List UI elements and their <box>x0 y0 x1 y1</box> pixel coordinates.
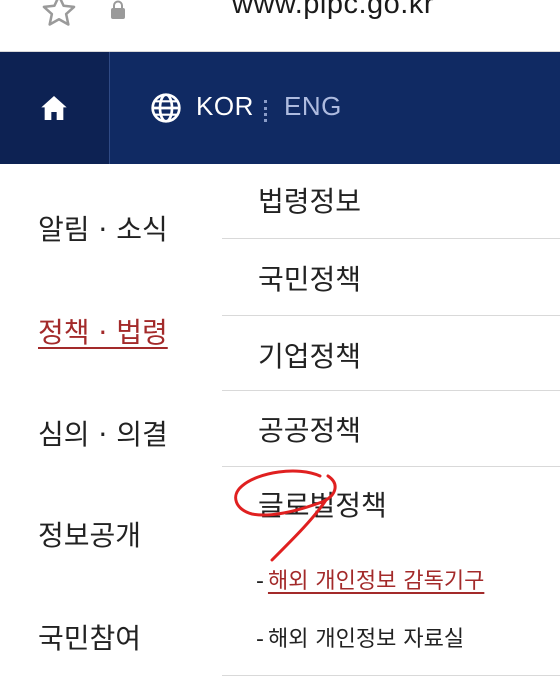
sub-menu-item-business-policy[interactable]: 기업정책 <box>258 335 361 375</box>
child-link-label: 해외 개인정보 감독기구 <box>267 569 485 594</box>
sub-menu-child-overseas-authorities[interactable]: - 해외 개인정보 감독기구 <box>256 563 484 595</box>
sub-menu-row: 국민정책 <box>222 239 560 316</box>
site-header: KOR ENG <box>0 52 560 164</box>
language-eng-link[interactable]: ENG <box>284 91 342 122</box>
main-menu-item-disclosure[interactable]: 정보공개 <box>38 514 141 554</box>
language-kor-link[interactable]: KOR <box>196 91 254 122</box>
home-button[interactable] <box>0 52 110 164</box>
home-icon <box>41 96 67 120</box>
sub-menu-item-public-policy[interactable]: 공공정책 <box>258 409 361 449</box>
main-menu-item-deliberation[interactable]: 심의 · 의결 <box>38 413 168 453</box>
main-menu: 알림 · 소식 정책 · 법령 심의 · 의결 정보공개 국민참여 <box>0 164 222 695</box>
star-outline-icon[interactable] <box>40 0 78 30</box>
lock-icon <box>111 0 125 19</box>
main-menu-item-policy[interactable]: 정책 · 법령 <box>38 311 168 351</box>
sub-menu-row: 법령정보 <box>222 164 560 239</box>
sub-menu-item-citizen-policy[interactable]: 국민정책 <box>258 258 361 298</box>
sub-menu-row: 공공정책 <box>222 391 560 467</box>
sub-menu-divider <box>222 675 560 676</box>
language-separator <box>264 100 267 122</box>
sub-menu: 법령정보 국민정책 기업정책 공공정책 글로벌정책 - 해외 개인정보 감독기구 … <box>222 164 560 695</box>
sub-menu-item-laws[interactable]: 법령정보 <box>258 180 361 220</box>
sub-menu-row: 기업정책 <box>222 316 560 391</box>
dash-bullet: - <box>256 569 264 594</box>
child-link-label: 해외 개인정보 자료실 <box>267 627 465 652</box>
browser-url-bar: www.pipc.go.kr <box>0 0 560 52</box>
sub-menu-item-global-policy[interactable]: 글로벌정책 <box>258 484 387 524</box>
main-menu-item-notice[interactable]: 알림 · 소식 <box>38 208 168 248</box>
globe-icon <box>151 93 181 123</box>
sub-menu-child-overseas-archive[interactable]: - 해외 개인정보 자료실 <box>256 621 464 653</box>
url-text[interactable]: www.pipc.go.kr <box>232 0 434 21</box>
main-menu-item-participation[interactable]: 국민참여 <box>38 617 141 657</box>
dash-bullet: - <box>256 627 264 652</box>
